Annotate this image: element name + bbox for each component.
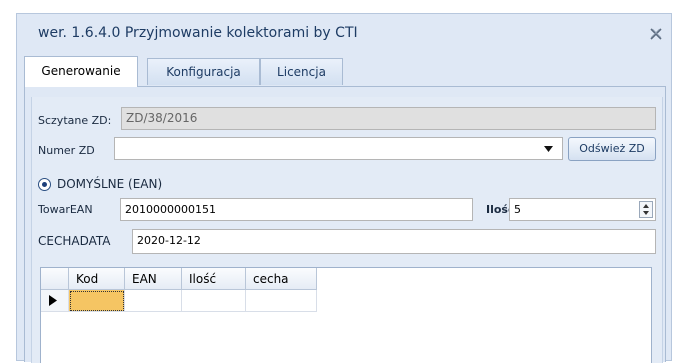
ilosc-value: 5 bbox=[514, 203, 521, 216]
towar-ean-label: TowarEAN bbox=[38, 203, 93, 216]
tab-panel-generowanie: Sczytane ZD: ZD/38/2016 Numer ZD Odśwież… bbox=[24, 86, 666, 363]
refresh-zd-button[interactable]: Odśwież ZD bbox=[568, 137, 656, 161]
column-header-ean[interactable]: EAN bbox=[125, 268, 182, 290]
form-area: Sczytane ZD: ZD/38/2016 Numer ZD Odśwież… bbox=[31, 97, 663, 363]
cechadata-input[interactable]: 2020-12-12 bbox=[132, 229, 656, 254]
chevron-down-icon[interactable] bbox=[544, 146, 553, 152]
arrow-down-icon[interactable] bbox=[643, 211, 649, 215]
items-grid[interactable]: Kod EAN Ilość cecha bbox=[40, 267, 652, 363]
current-row-arrow-icon bbox=[49, 295, 57, 306]
numer-zd-select[interactable] bbox=[114, 137, 563, 160]
arrow-up-icon[interactable] bbox=[643, 204, 649, 208]
scanned-label: Sczytane ZD: bbox=[38, 114, 112, 127]
row-indicator bbox=[41, 290, 69, 312]
scanned-value-field: ZD/38/2016 bbox=[121, 107, 656, 130]
cell-ilosc[interactable] bbox=[182, 290, 246, 312]
towar-ean-input[interactable]: 2010000000151 bbox=[120, 198, 473, 221]
cell-kod[interactable] bbox=[69, 290, 125, 312]
column-header-ilosc[interactable]: Ilość bbox=[182, 268, 246, 290]
mode-radio[interactable] bbox=[38, 178, 51, 191]
mode-label: DOMYŚLNE (EAN) bbox=[57, 177, 163, 191]
ilosc-stepper[interactable]: 5 bbox=[509, 198, 656, 221]
window-title: wer. 1.6.4.0 Przyjmowanie kolektorami by… bbox=[38, 25, 358, 41]
app-window: wer. 1.6.4.0 Przyjmowanie kolektorami by… bbox=[16, 13, 672, 363]
close-icon[interactable] bbox=[649, 27, 663, 41]
column-header-cecha[interactable]: cecha bbox=[246, 268, 317, 290]
column-header-kod[interactable]: Kod bbox=[69, 268, 125, 290]
tab-konfiguracja[interactable]: Konfiguracja bbox=[147, 58, 260, 85]
row-header-corner bbox=[41, 268, 69, 290]
tab-licencja[interactable]: Licencja bbox=[260, 58, 343, 85]
cechadata-label: CECHADATA bbox=[38, 234, 111, 248]
title-bar: wer. 1.6.4.0 Przyjmowanie kolektorami by… bbox=[17, 14, 671, 54]
spin-buttons[interactable] bbox=[639, 201, 653, 218]
cell-cecha[interactable] bbox=[246, 290, 317, 312]
numer-zd-label: Numer ZD bbox=[38, 144, 95, 157]
tab-generowanie[interactable]: Generowanie bbox=[24, 56, 138, 87]
cell-ean[interactable] bbox=[125, 290, 182, 312]
